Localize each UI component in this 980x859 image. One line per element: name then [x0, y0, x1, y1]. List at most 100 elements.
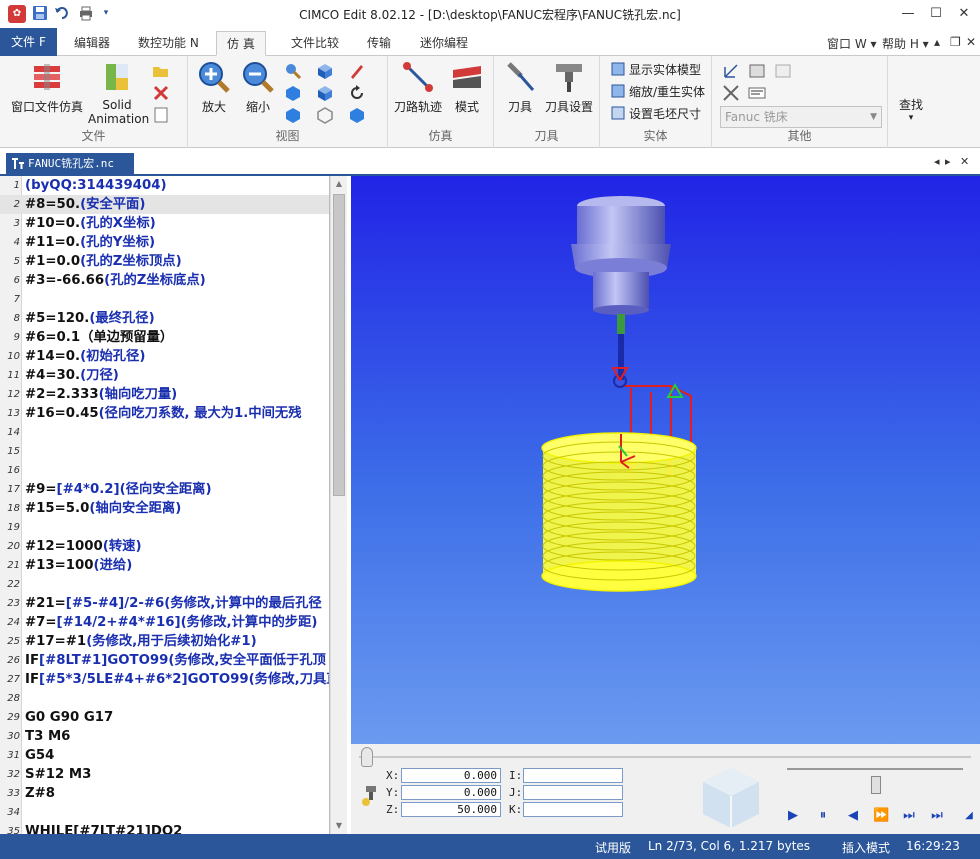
maximize-button[interactable]: ☐: [922, 4, 950, 24]
tab-nc-functions[interactable]: 数控功能 N: [128, 31, 209, 56]
code-line[interactable]: 14: [0, 423, 329, 442]
code-line[interactable]: 18 #15=5.0(轴向安全距离): [0, 499, 329, 518]
code-line[interactable]: 21 #13=100(进给): [0, 556, 329, 575]
code-line[interactable]: 15: [0, 442, 329, 461]
code-line[interactable]: 30 T3 M6: [0, 727, 329, 746]
code-line[interactable]: 13 #16=0.45(径向吃刀系数, 最大为1.中间无残: [0, 404, 329, 423]
code-line[interactable]: 31 G54: [0, 746, 329, 765]
scroll-thumb[interactable]: [333, 194, 345, 496]
code-line[interactable]: 9 #6=0.1（单边预留量）: [0, 328, 329, 347]
scroll-up-icon[interactable]: ▲: [331, 176, 347, 192]
code-line[interactable]: 20 #12=1000(转速): [0, 537, 329, 556]
window-menu[interactable]: 窗口 W ▾: [827, 35, 877, 52]
code-line[interactable]: 35 WHILE[#7LT#21]DO2: [0, 822, 329, 834]
step-forward-icon[interactable]: ⏩: [873, 808, 889, 824]
view-wire-icon[interactable]: [316, 106, 334, 124]
to-end-icon[interactable]: ⏭: [929, 808, 945, 824]
help-menu[interactable]: 帮助 H ▾: [882, 35, 929, 52]
step-z-icon[interactable]: ⏭: [901, 808, 917, 824]
export-icon[interactable]: [748, 62, 766, 80]
editor-scrollbar[interactable]: ▲ ▼: [330, 176, 347, 834]
code-line[interactable]: 10 #14=0.(初始孔径): [0, 347, 329, 366]
tab-transfer[interactable]: 传输: [357, 31, 401, 56]
doc-next-icon[interactable]: ▸: [945, 155, 951, 168]
view-top-icon[interactable]: [316, 62, 334, 80]
code-line[interactable]: 26 IF[#8LT#1]GOTO99(务修改,安全平面低于孔顶: [0, 651, 329, 670]
speed-track[interactable]: [787, 768, 963, 770]
grid-icon[interactable]: [722, 84, 740, 102]
zoom-out-button[interactable]: 缩小: [238, 60, 278, 115]
tab-file-compare[interactable]: 文件比较: [281, 31, 349, 56]
zoom-in-button[interactable]: 放大: [194, 60, 234, 115]
code-line[interactable]: 7: [0, 290, 329, 309]
code-editor[interactable]: 1 (byQQ:314439404) 2 #8=50.(安全平面) 3 #10=0.(孔的…: [0, 176, 330, 834]
doc-tab[interactable]: FANUC铣孔宏.nc: [6, 153, 134, 176]
shade-icon[interactable]: [348, 106, 366, 124]
panel-resize-icon[interactable]: ◢: [961, 808, 977, 824]
tab-editor[interactable]: 编辑器: [64, 31, 120, 56]
tab-mini-program[interactable]: 迷你编程: [410, 31, 478, 56]
solid-animation-button[interactable]: Solid Animation: [88, 60, 149, 126]
code-line[interactable]: 5 #1=0.0(孔的Z坐标顶点): [0, 252, 329, 271]
minimize-button[interactable]: —: [894, 4, 922, 24]
code-line[interactable]: 34: [0, 803, 329, 822]
simulation-viewport[interactable]: [351, 176, 980, 744]
code-line[interactable]: 4 #11=0.(孔的Y坐标): [0, 233, 329, 252]
tool-setup-button[interactable]: 刀具设置: [542, 60, 596, 115]
ribbon-close-icon[interactable]: ✕: [966, 35, 976, 49]
timeline-slider[interactable]: [361, 747, 373, 767]
zoom-window-icon[interactable]: [284, 62, 302, 80]
document-icon[interactable]: [152, 106, 170, 124]
timeline-track[interactable]: [359, 756, 971, 758]
mode-button[interactable]: 模式: [446, 60, 488, 115]
code-line[interactable]: 16: [0, 461, 329, 480]
ribbon-pin-icon[interactable]: ▴: [934, 35, 940, 49]
code-line[interactable]: 29 G0 G90 G17: [0, 708, 329, 727]
code-line[interactable]: 8 #5=120.(最终孔径): [0, 309, 329, 328]
ribbon-restore-icon[interactable]: ❐: [950, 35, 961, 49]
find-button[interactable]: 查找 ▾: [896, 96, 926, 123]
code-line[interactable]: 28: [0, 689, 329, 708]
code-line[interactable]: 2 #8=50.(安全平面): [0, 195, 329, 214]
close-button[interactable]: ✕: [950, 4, 978, 24]
view-front-icon[interactable]: [284, 106, 302, 124]
code-line[interactable]: 24 #7=[#14/2+#4*#16](务修改,计算中的步距): [0, 613, 329, 632]
code-line[interactable]: 17 #9=[#4*0.2](径向安全距离): [0, 480, 329, 499]
code-line[interactable]: 3 #10=0.(孔的X坐标): [0, 214, 329, 233]
code-line[interactable]: 32 S#12 M3: [0, 765, 329, 784]
code-line[interactable]: 1 (byQQ:314439404): [0, 176, 329, 195]
pencil-icon[interactable]: [348, 62, 366, 80]
code-line[interactable]: 19: [0, 518, 329, 537]
code-line[interactable]: 22: [0, 575, 329, 594]
show-solid-model-button[interactable]: 显示实体模型: [610, 60, 701, 80]
code-line[interactable]: 25 #17=#1(务修改,用于后续初始化#1): [0, 632, 329, 651]
view-iso-icon[interactable]: [284, 84, 302, 102]
delete-red-icon[interactable]: [152, 84, 170, 102]
rotate-icon[interactable]: [348, 84, 366, 102]
speed-slider[interactable]: [871, 776, 881, 794]
view-side-icon[interactable]: [316, 84, 334, 102]
machine-select[interactable]: Fanuc 铣床 ▼: [720, 106, 882, 128]
code-line[interactable]: 12 #2=2.333(轴向吃刀量): [0, 385, 329, 404]
zoom-regen-solid-button[interactable]: 缩放/重生实体: [610, 82, 705, 102]
scroll-down-icon[interactable]: ▼: [331, 818, 347, 834]
code-line[interactable]: 11 #4=30.(刀径): [0, 366, 329, 385]
axis-icon[interactable]: [722, 62, 740, 80]
toolpath-button[interactable]: 刀路轨迹: [392, 60, 444, 115]
image-icon[interactable]: [774, 62, 792, 80]
play-icon[interactable]: ▶: [785, 808, 801, 824]
code-line[interactable]: 33 Z#8: [0, 784, 329, 803]
doc-prev-icon[interactable]: ◂: [934, 155, 940, 168]
step-back-icon[interactable]: ◀: [845, 808, 861, 824]
code-line[interactable]: 23 #21=[#5-#4]/2-#6(务修改,计算中的最后孔径: [0, 594, 329, 613]
tab-file[interactable]: 文件 F: [0, 28, 57, 56]
tab-simulation[interactable]: 仿 真: [216, 31, 266, 56]
code-line[interactable]: 6 #3=-66.66(孔的Z坐标底点): [0, 271, 329, 290]
set-stock-size-button[interactable]: 设置毛坯尺寸: [610, 104, 701, 124]
tool-button[interactable]: 刀具: [500, 60, 540, 115]
open-folder-icon[interactable]: [152, 62, 170, 80]
code-line[interactable]: 27 IF[#5*3/5LE#4+#6*2]GOTO99(务修改,刀具直: [0, 670, 329, 689]
window-file-sim-button[interactable]: 窗口文件仿真: [8, 60, 86, 115]
doc-close-icon[interactable]: ✕: [960, 155, 969, 168]
dxf-icon[interactable]: [748, 84, 766, 102]
